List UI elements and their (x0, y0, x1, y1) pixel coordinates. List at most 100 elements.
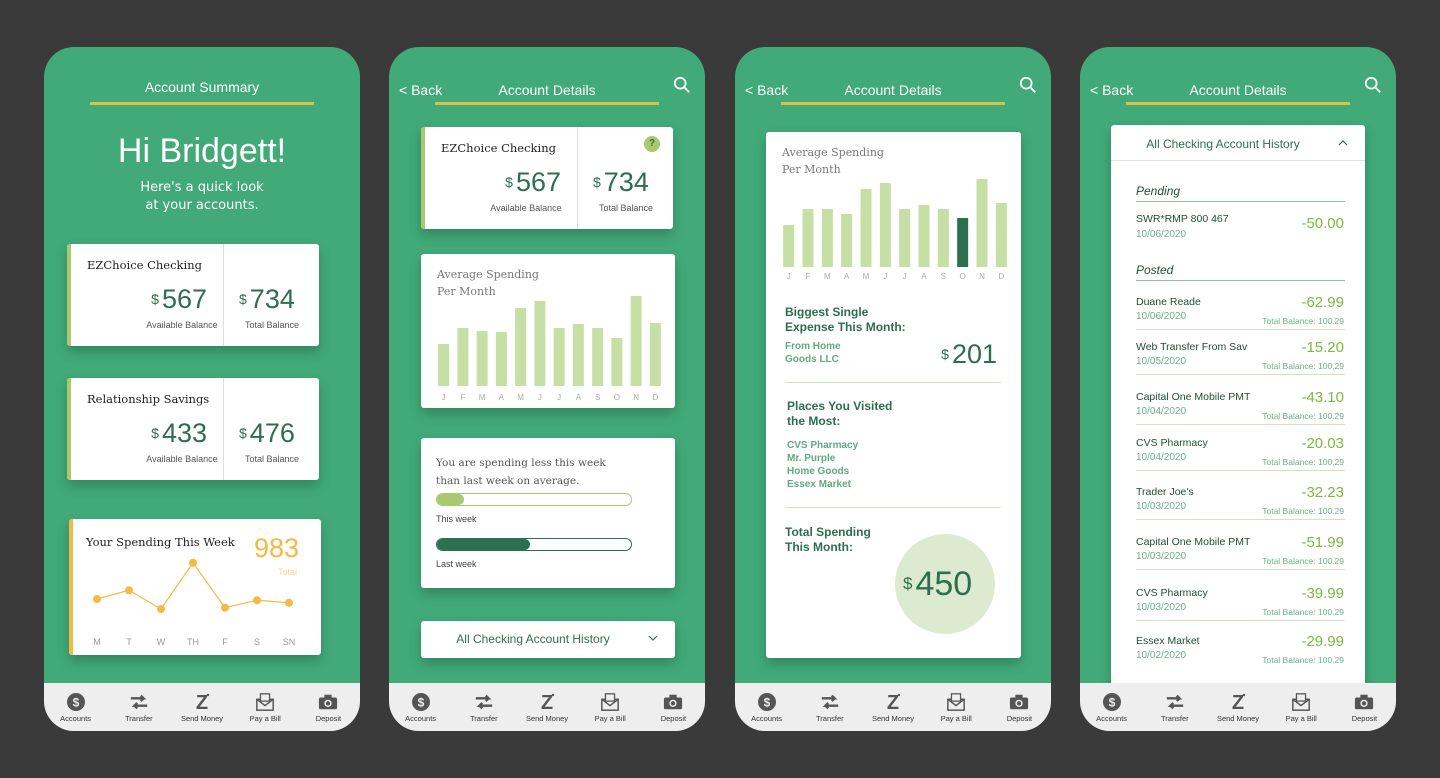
bottom-nav: $ Accounts Transfer Z Send Money Pay a Bill De… (1080, 683, 1396, 731)
nav-send-money[interactable]: Z Send Money (861, 683, 924, 731)
month-bar[interactable] (841, 214, 853, 267)
nav-label: Deposit (660, 713, 687, 723)
month-bar[interactable] (515, 308, 527, 386)
nav-pay-a-bill[interactable]: Pay a Bill (234, 683, 297, 731)
nav-accounts[interactable]: $ Accounts (1080, 683, 1143, 731)
svg-text:Z: Z (887, 692, 899, 712)
month-bar[interactable] (457, 328, 469, 386)
month-bar[interactable] (495, 332, 507, 386)
nav-transfer[interactable]: Transfer (1143, 683, 1206, 731)
checking-account-card[interactable]: EZChoice Checking $567 Available Balance… (67, 244, 319, 346)
nav-send-money[interactable]: Z Send Money (170, 683, 233, 731)
svg-text:$: $ (1108, 695, 1115, 709)
month-bar[interactable] (783, 225, 795, 267)
total-amount: 476 (249, 418, 295, 448)
places-label: Places You Visited the Most: (787, 399, 892, 429)
month-bar[interactable] (611, 338, 623, 386)
currency-symbol: $ (151, 425, 159, 441)
nav-label: Pay a Bill (249, 713, 281, 723)
search-icon[interactable] (1364, 76, 1382, 94)
month-bar[interactable] (476, 331, 488, 386)
nav-label: Pay a Bill (1285, 713, 1317, 723)
transfer-icon (1165, 692, 1185, 712)
page-title: Account Details (498, 82, 596, 98)
card-accent (67, 378, 71, 480)
places-line-1: Places You Visited (787, 399, 893, 413)
weekly-point[interactable] (253, 596, 261, 605)
weekly-point[interactable] (189, 558, 197, 567)
nav-deposit[interactable]: Deposit (1333, 683, 1396, 731)
nav-transfer[interactable]: Transfer (107, 683, 170, 731)
dollar-icon: $ (66, 692, 86, 712)
month-bar[interactable] (899, 209, 911, 267)
nav-pay-a-bill[interactable]: Pay a Bill (1270, 683, 1333, 731)
month-bar[interactable] (937, 209, 949, 267)
nav-deposit[interactable]: Deposit (642, 683, 705, 731)
biggest-line-1: Biggest Single (785, 305, 869, 319)
comparison-text: You are spending less this week than las… (436, 454, 606, 490)
transaction-date: 10/02/2020 (1136, 650, 1187, 661)
nav-pay-a-bill[interactable]: Pay a Bill (579, 683, 642, 731)
nav-send-money[interactable]: Z Send Money (1206, 683, 1269, 731)
month-bar[interactable] (995, 203, 1007, 267)
nav-pay-a-bill[interactable]: Pay a Bill (925, 683, 988, 731)
month-tick-label: J (538, 393, 542, 402)
history-header[interactable]: All Checking Account History (1111, 125, 1365, 161)
svg-text:$: $ (763, 695, 770, 709)
camera-icon (663, 692, 683, 712)
nav-accounts[interactable]: $ Accounts (44, 683, 107, 731)
svg-text:Z: Z (541, 692, 553, 712)
month-tick-label: M (863, 272, 870, 281)
history-panel: All Checking Account History Pending SWR*… (1111, 125, 1365, 685)
month-bar[interactable] (879, 183, 891, 267)
transfer-icon (129, 692, 149, 712)
nav-accounts[interactable]: $ Accounts (389, 683, 452, 731)
search-icon[interactable] (1019, 76, 1037, 94)
history-dropdown[interactable]: All Checking Account History (421, 621, 675, 658)
nav-accounts[interactable]: $ Accounts (735, 683, 798, 731)
nav-transfer[interactable]: Transfer (452, 683, 515, 731)
month-bar[interactable] (630, 296, 642, 386)
savings-account-card[interactable]: Relationship Savings $433 Available Bala… (67, 378, 319, 480)
last-week-label: Last week (436, 559, 477, 569)
month-tick-label: F (460, 393, 465, 402)
weekly-point[interactable] (125, 586, 133, 595)
help-icon[interactable]: ? (644, 136, 660, 152)
month-bar[interactable] (918, 205, 930, 267)
month-bar[interactable] (438, 344, 450, 386)
weekly-point[interactable] (157, 605, 165, 613)
checking-account-card[interactable]: EZChoice Checking $567 Available Balance… (421, 127, 673, 229)
nav-transfer[interactable]: Transfer (798, 683, 861, 731)
card-accent (67, 244, 71, 346)
nav-deposit[interactable]: Deposit (297, 683, 360, 731)
weekly-point[interactable] (93, 595, 101, 603)
month-bar[interactable] (592, 328, 604, 386)
month-tick-label: S (941, 272, 946, 281)
transaction-amount: -39.99 (1301, 585, 1344, 602)
month-bar[interactable] (802, 209, 814, 267)
month-bar[interactable] (572, 324, 584, 386)
nav-send-money[interactable]: Z Send Money (515, 683, 578, 731)
month-bar[interactable] (957, 218, 969, 267)
nav-deposit[interactable]: Deposit (988, 683, 1051, 731)
weekly-tick-label: W (157, 637, 166, 647)
header: < Back Account Details (1080, 47, 1396, 107)
biggest-expense-label: Biggest Single Expense This Month: (785, 305, 906, 335)
month-bar[interactable] (649, 323, 661, 386)
month-bar[interactable] (976, 179, 988, 267)
month-bar[interactable] (860, 189, 872, 267)
available-label: Available Balance (490, 203, 562, 213)
month-tick-label: A (921, 272, 927, 281)
weekly-point[interactable] (285, 598, 293, 607)
month-bar[interactable] (534, 301, 546, 386)
month-bar[interactable] (553, 328, 565, 386)
month-bar[interactable] (821, 209, 833, 267)
chevron-up-icon[interactable] (1338, 139, 1348, 146)
transaction-balance: Total Balance: 100.29 (1262, 506, 1344, 516)
search-icon[interactable] (673, 76, 691, 94)
greeting-subtitle: Here's a quick look at your accounts. (44, 179, 360, 215)
page-title: Account Details (1189, 82, 1287, 98)
nav-label: Transfer (469, 713, 498, 723)
weekly-spending-card[interactable]: Your Spending This Week 983 Total M T W TH F… (69, 519, 321, 655)
weekly-point[interactable] (221, 603, 229, 612)
